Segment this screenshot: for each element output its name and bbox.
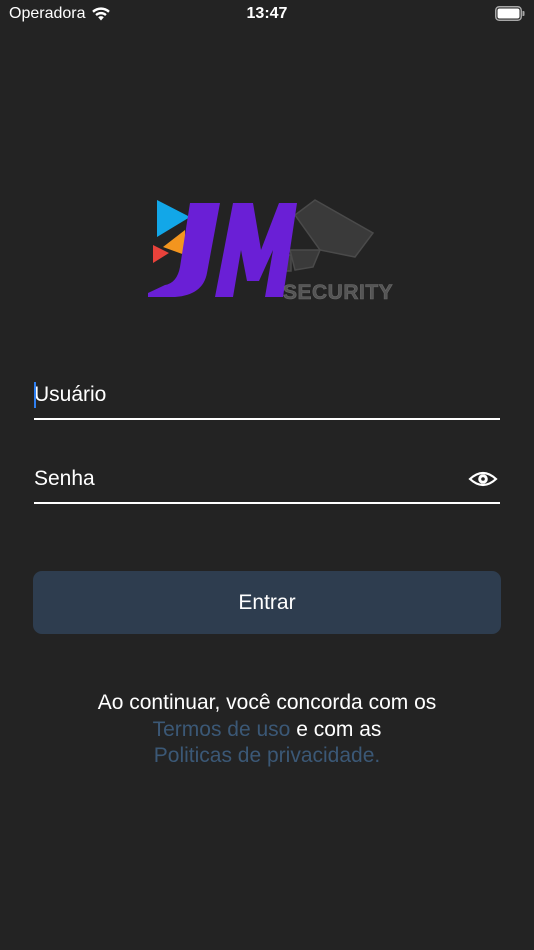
status-time: 13:47 xyxy=(246,5,288,22)
jm-security-logo: SECURITY xyxy=(148,199,393,304)
terms-conjunction: e com as xyxy=(296,717,382,741)
username-field[interactable] xyxy=(34,372,500,422)
status-bar: Operadora 13:47 xyxy=(0,0,534,30)
password-field[interactable] xyxy=(34,456,500,506)
terms-notice: Ao continuar, você concorda com os Termo… xyxy=(0,690,534,770)
username-underline xyxy=(34,418,500,420)
logo-security-text: SECURITY xyxy=(283,281,393,304)
show-password-eye-icon[interactable] xyxy=(468,468,498,490)
password-input[interactable] xyxy=(34,456,454,502)
logo-orange-triangle xyxy=(163,230,185,255)
terms-of-use-link[interactable]: Termos de uso xyxy=(153,718,291,741)
privacy-policy-link[interactable]: Politicas de privacidade. xyxy=(154,744,380,767)
battery-icon xyxy=(495,6,525,21)
logo-blue-triangle xyxy=(157,200,190,237)
terms-line-2: Termos de uso e com as xyxy=(0,717,534,744)
login-button[interactable]: Entrar xyxy=(33,571,501,634)
login-screen: Operadora 13:47 SECURITY Usuário Entrar … xyxy=(0,0,534,950)
text-caret xyxy=(34,382,36,408)
username-input[interactable] xyxy=(34,372,454,418)
terms-intro: Ao continuar, você concorda com os xyxy=(97,691,437,714)
password-underline xyxy=(34,502,500,504)
